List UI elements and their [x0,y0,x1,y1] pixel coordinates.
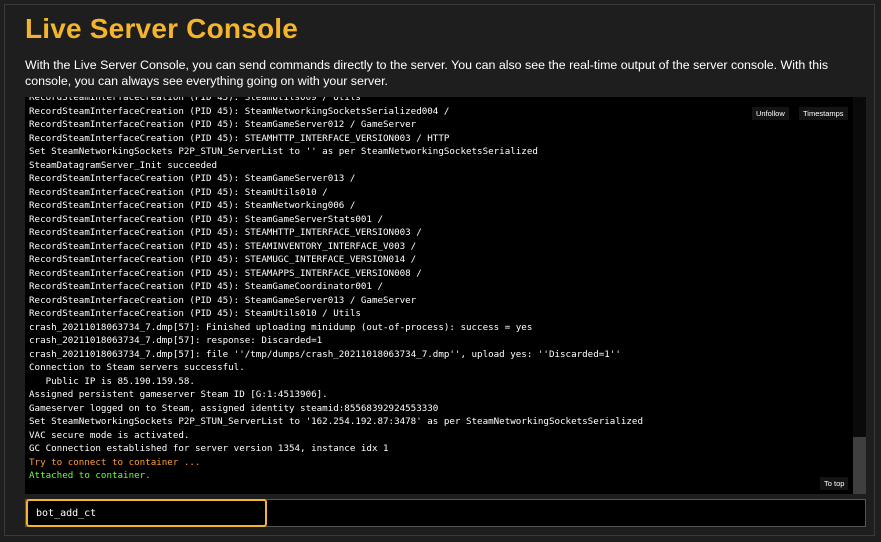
console-line: RecordSteamInterfaceCreation (PID 45): S… [29,294,417,306]
console-line: VAC secure mode is activated. [29,429,190,441]
console-line: RecordSteamInterfaceCreation (PID 45): S… [29,186,328,198]
timestamps-button[interactable]: Timestamps [799,107,848,120]
console-line: crash_20211018063734_7.dmp[57]: file ''/… [29,348,621,360]
console-line: Connection to Steam servers successful. [29,362,245,373]
console-line: Assigned persistent gameserver Steam ID … [29,389,328,400]
console-line: RecordSteamInterfaceCreation (PID 45): S… [29,173,356,184]
console-line: RecordSteamInterfaceCreation (PID 45): S… [29,97,361,103]
console-line: RecordSteamInterfaceCreation (PID 45): S… [29,119,417,130]
console-line: crash_20211018063734_7.dmp[57]: response… [29,335,323,346]
console-line: Set SteamNetworkingSockets P2P_STUN_Serv… [29,416,643,427]
console-line: RecordSteamInterfaceCreation (PID 45): S… [29,105,450,117]
scrollbar-thumb[interactable] [853,437,866,494]
console-scrollbar[interactable] [853,97,866,494]
console-line: RecordSteamInterfaceCreation (PID 45): S… [29,254,417,265]
console-line: Attached to container. [29,470,151,481]
command-input[interactable] [26,499,267,527]
console-line: RecordSteamInterfaceCreation (PID 45): S… [29,132,450,144]
console-output[interactable]: RecordSteamInterfaceCreation (PID 45): S… [25,97,866,494]
console-line: RecordSteamInterfaceCreation (PID 45): S… [29,308,361,319]
console-line: SteamDatagramServer_Init succeeded [29,159,218,171]
console-line: RecordSteamInterfaceCreation (PID 45): S… [29,227,422,238]
console-line: RecordSteamInterfaceCreation (PID 45): S… [29,200,356,211]
console-panel: Live Server Console With the Live Server… [4,4,875,536]
console-line: Try to connect to container ... [29,456,201,468]
console-line: GC Connection established for server ver… [29,443,389,454]
page-title: Live Server Console [25,13,299,44]
console-line: Set SteamNetworkingSockets P2P_STUN_Serv… [29,146,538,157]
console-line: RecordSteamInterfaceCreation (PID 45): S… [29,281,384,292]
console-line: Gameserver logged on to Steam, assigned … [29,402,439,414]
to-top-button[interactable]: To top [820,477,849,490]
unfollow-button[interactable]: Unfollow [752,107,789,120]
page-description: With the Live Server Console, you can se… [25,58,829,88]
console-log: RecordSteamInterfaceCreation (PID 45): S… [29,97,849,483]
console-line: RecordSteamInterfaceCreation (PID 45): S… [29,240,417,252]
console-line: RecordSteamInterfaceCreation (PID 45): S… [29,267,422,279]
console-line: crash_20211018063734_7.dmp[57]: Finished… [29,321,533,333]
console-line: RecordSteamInterfaceCreation (PID 45): S… [29,213,384,225]
console-line: Public IP is 85.190.159.58. [29,375,195,387]
command-bar [25,499,866,527]
